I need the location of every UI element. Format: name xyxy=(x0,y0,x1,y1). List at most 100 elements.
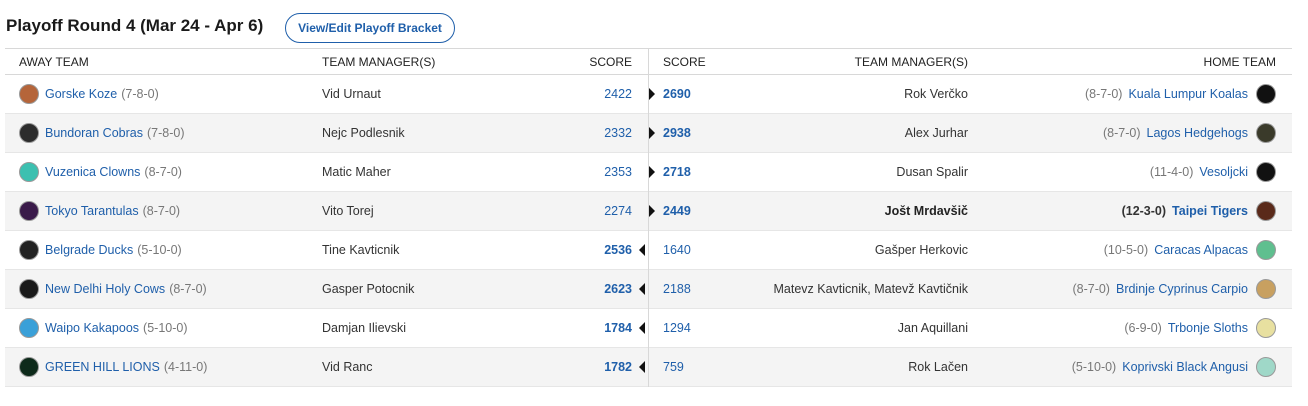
away-score-header: SCORE xyxy=(589,54,632,69)
away-team-link[interactable]: GREEN HILL LIONS xyxy=(45,360,160,374)
home-score-link[interactable]: 1640 xyxy=(663,243,691,257)
home-team-cell: (10-5-0) Caracas Alpacas xyxy=(980,240,1292,260)
home-team-record: (8-7-0) xyxy=(1103,126,1141,140)
cobra-avatar-icon[interactable] xyxy=(19,123,39,143)
away-score-cell: 2274 xyxy=(548,204,648,218)
home-score-link[interactable]: 2690 xyxy=(663,87,691,101)
away-score-cell: 1784 xyxy=(548,321,648,335)
away-team-link[interactable]: Gorske Koze xyxy=(45,87,117,101)
away-score-cell: 2623 xyxy=(548,282,648,296)
away-team-record: (8-7-0) xyxy=(144,165,182,179)
away-row: Vuzenica Clowns (8-7-0) Matic Maher 2353 xyxy=(5,153,648,192)
home-row: 2690 Rok Verčko (8-7-0) Kuala Lumpur Koalas xyxy=(649,75,1292,114)
kakapo-avatar-icon[interactable] xyxy=(19,318,39,338)
lion-avatar-icon[interactable] xyxy=(19,357,39,377)
view-edit-bracket-button[interactable]: View/Edit Playoff Bracket xyxy=(285,13,455,43)
home-score-link[interactable]: 2938 xyxy=(663,126,691,140)
duck-avatar-icon[interactable] xyxy=(19,240,39,260)
home-score-cell: 2449 xyxy=(649,204,749,218)
koala-avatar-icon[interactable] xyxy=(1256,84,1276,104)
home-team-record: (12-3-0) xyxy=(1121,204,1167,218)
home-score-link[interactable]: 2188 xyxy=(663,282,691,296)
away-manager-header: TEAM MANAGER(S) xyxy=(322,54,436,69)
home-team-cell: (8-7-0) Kuala Lumpur Koalas xyxy=(980,84,1292,104)
away-manager: Nejc Podlesnik xyxy=(322,126,405,140)
winner-arrow-icon xyxy=(639,244,645,256)
goat-avatar-icon[interactable] xyxy=(19,84,39,104)
home-score-cell: 2690 xyxy=(649,87,749,101)
away-team-link[interactable]: Belgrade Ducks xyxy=(45,243,133,257)
bull-avatar-icon[interactable] xyxy=(1256,357,1276,377)
winner-arrow-icon xyxy=(649,88,655,100)
cow-avatar-icon[interactable] xyxy=(19,279,39,299)
away-score-cell: 2332 xyxy=(548,126,648,140)
away-team-record: (5-10-0) xyxy=(143,321,188,335)
away-score-cell: 2353 xyxy=(548,165,648,179)
away-team-link[interactable]: New Delhi Holy Cows xyxy=(45,282,165,296)
home-team-link[interactable]: Taipei Tigers xyxy=(1172,204,1248,218)
home-team-link[interactable]: Lagos Hedgehogs xyxy=(1147,126,1248,140)
away-team-header: AWAY TEAM xyxy=(19,54,89,69)
away-score-cell: 2536 xyxy=(548,243,648,257)
home-score-link[interactable]: 2449 xyxy=(663,204,691,218)
away-score-link[interactable]: 1784 xyxy=(604,321,632,335)
home-team-cell: (6-9-0) Trbonje Sloths xyxy=(980,318,1292,338)
home-score-header: SCORE xyxy=(663,54,706,69)
home-manager: Dusan Spalir xyxy=(896,165,968,179)
home-row: 2938 Alex Jurhar (8-7-0) Lagos Hedgehogs xyxy=(649,114,1292,153)
away-score-link[interactable]: 2353 xyxy=(604,165,632,179)
carp-avatar-icon[interactable] xyxy=(1256,279,1276,299)
away-score-link[interactable]: 2536 xyxy=(604,243,632,257)
away-row: Gorske Koze (7-8-0) Vid Urnaut 2422 xyxy=(5,75,648,114)
home-row: 1294 Jan Aquillani (6-9-0) Trbonje Sloths xyxy=(649,309,1292,348)
astronaut-avatar-icon[interactable] xyxy=(1256,162,1276,182)
away-manager: Damjan Ilievski xyxy=(322,321,407,335)
home-team-record: (8-7-0) xyxy=(1072,282,1110,296)
home-team-link[interactable]: Brdinje Cyprinus Carpio xyxy=(1116,282,1248,296)
home-manager: Jošt Mrdavšič xyxy=(884,204,968,218)
away-team-link[interactable]: Waipo Kakapoos xyxy=(45,321,139,335)
away-score-link[interactable]: 2623 xyxy=(604,282,632,296)
away-manager: Matic Maher xyxy=(322,165,391,179)
away-team-link[interactable]: Bundoran Cobras xyxy=(45,126,143,140)
home-row: 2718 Dusan Spalir (11-4-0) Vesoljcki xyxy=(649,153,1292,192)
away-score-cell: 2422 xyxy=(548,87,648,101)
home-score-link[interactable]: 759 xyxy=(663,360,684,374)
away-score-link[interactable]: 1782 xyxy=(604,360,632,374)
home-manager: Gašper Herkovic xyxy=(874,243,968,257)
home-team-link[interactable]: Kuala Lumpur Koalas xyxy=(1128,87,1248,101)
tiger-avatar-icon[interactable] xyxy=(1256,201,1276,221)
away-score-link[interactable]: 2332 xyxy=(604,126,632,140)
home-team-link[interactable]: Caracas Alpacas xyxy=(1154,243,1248,257)
home-score-link[interactable]: 2718 xyxy=(663,165,691,179)
home-team-link[interactable]: Vesoljcki xyxy=(1199,165,1248,179)
sloth-avatar-icon[interactable] xyxy=(1256,318,1276,338)
hedgehog-avatar-icon[interactable] xyxy=(1256,123,1276,143)
away-team-link[interactable]: Vuzenica Clowns xyxy=(45,165,140,179)
home-team-record: (10-5-0) xyxy=(1103,243,1149,257)
home-score-cell: 2938 xyxy=(649,126,749,140)
home-team-cell: (11-4-0) Vesoljcki xyxy=(980,162,1292,182)
winner-arrow-icon xyxy=(639,361,645,373)
tarantula-avatar-icon[interactable] xyxy=(19,201,39,221)
away-row: Tokyo Tarantulas (8-7-0) Vito Torej 2274 xyxy=(5,192,648,231)
away-score-link[interactable]: 2274 xyxy=(604,204,632,218)
away-team-link[interactable]: Tokyo Tarantulas xyxy=(45,204,139,218)
home-score-cell: 1294 xyxy=(649,321,749,335)
home-team-link[interactable]: Koprivski Black Angusi xyxy=(1122,360,1248,374)
away-score-link[interactable]: 2422 xyxy=(604,87,632,101)
winner-arrow-icon xyxy=(649,205,655,217)
away-team-cell: Tokyo Tarantulas (8-7-0) xyxy=(5,201,308,221)
away-team-record: (8-7-0) xyxy=(142,204,181,218)
home-manager: Matevz Kavticnik, Matevž Kavtičnik xyxy=(773,282,968,296)
home-row: 2449 Jošt Mrdavšič (12-3-0) Taipei Tigers xyxy=(649,192,1292,231)
home-score-link[interactable]: 1294 xyxy=(663,321,691,335)
home-team-link[interactable]: Trbonje Sloths xyxy=(1168,321,1248,335)
alpaca-avatar-icon[interactable] xyxy=(1256,240,1276,260)
away-team-record: (4-11-0) xyxy=(163,360,208,374)
home-team-record: (11-4-0) xyxy=(1149,165,1194,179)
home-manager: Jan Aquillani xyxy=(897,321,968,335)
home-score-cell: 1640 xyxy=(649,243,749,257)
clown-avatar-icon[interactable] xyxy=(19,162,39,182)
home-team-record: (5-10-0) xyxy=(1071,360,1117,374)
